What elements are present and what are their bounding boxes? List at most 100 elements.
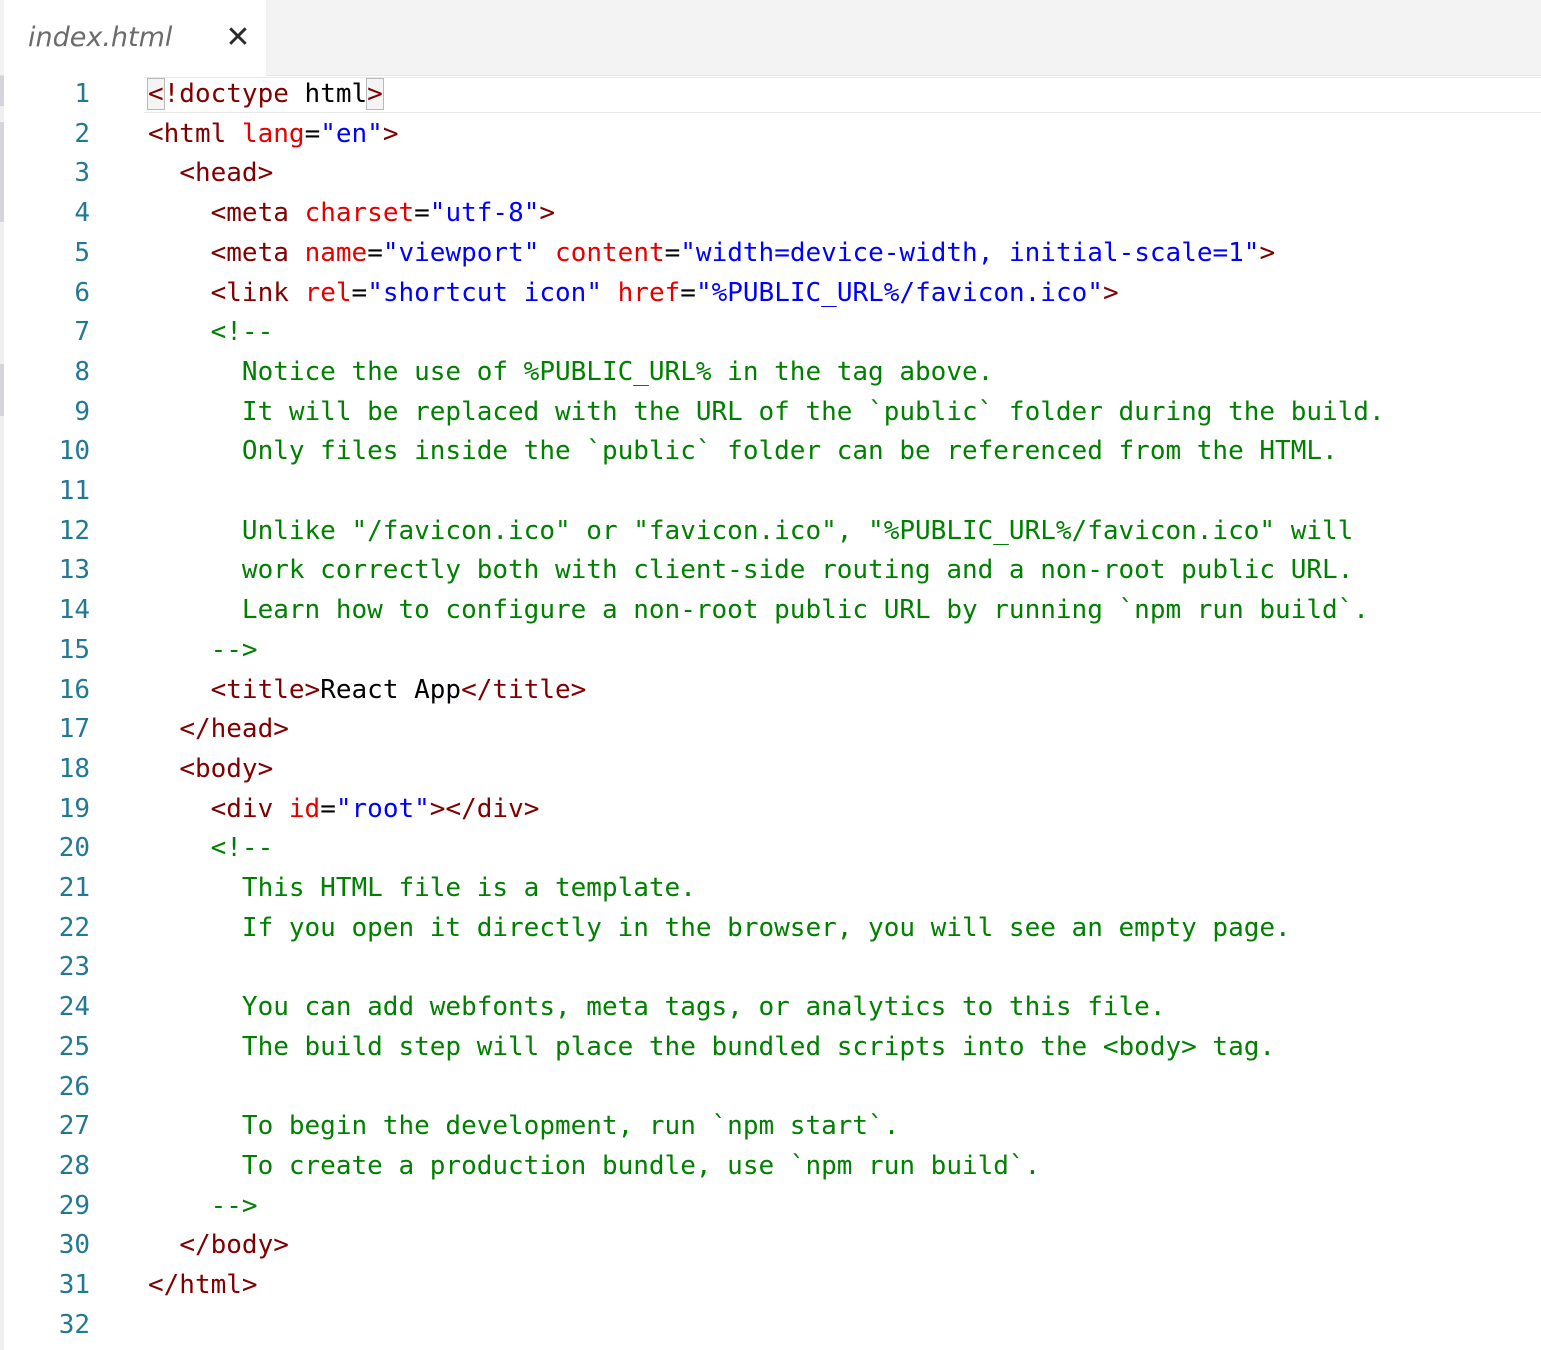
line-number: 30	[58, 1230, 90, 1261]
line-number: 16	[58, 674, 90, 705]
code-text: work correctly both with client-side rou…	[148, 552, 1353, 588]
tag-token: </head>	[179, 714, 289, 745]
line-number: 32	[58, 1309, 90, 1340]
close-icon[interactable]: ✕	[222, 20, 254, 56]
code-line[interactable]: 31 </html>	[0, 1267, 1541, 1307]
code-line[interactable]: 32	[0, 1307, 1541, 1347]
code-line[interactable]: 3 <head>	[0, 155, 1541, 195]
code-line[interactable]: 9 It will be replaced with the URL of th…	[0, 394, 1541, 434]
string-token: "width=device-width, initial-scale=1"	[680, 237, 1260, 268]
comment-token: <!--	[210, 833, 274, 864]
tag-token: <div	[210, 793, 274, 824]
comment-token: It will be replaced with the URL of the …	[148, 396, 1385, 427]
line-number: 23	[58, 952, 90, 983]
tag-token: <	[147, 78, 165, 110]
code-line[interactable]: 21 This HTML file is a template.	[0, 870, 1541, 910]
code-text: </body>	[148, 1227, 289, 1263]
tab-index-html[interactable]: index.html ✕	[4, 0, 266, 76]
code-text: </html>	[148, 1267, 258, 1303]
code-text: -->	[148, 1188, 258, 1224]
code-line[interactable]: 14 Learn how to configure a non-root pub…	[0, 592, 1541, 632]
code-line[interactable]: 22 If you open it directly in the browse…	[0, 910, 1541, 950]
code-line[interactable]: 15 -->	[0, 632, 1541, 672]
code-line[interactable]: 5 <meta name="viewport" content="width=d…	[0, 235, 1541, 275]
line-number: 4	[74, 198, 90, 229]
code-line[interactable]: 7 <!--	[0, 314, 1541, 354]
code-line[interactable]: 20 <!--	[0, 830, 1541, 870]
tag-token: >	[382, 118, 399, 149]
code-line[interactable]: 12 Unlike "/favicon.ico" or "favicon.ico…	[0, 513, 1541, 553]
tag-token: <link	[210, 277, 289, 308]
tag-token: ></div>	[429, 793, 540, 824]
code-line[interactable]: 13 work correctly both with client-side …	[0, 552, 1541, 592]
code-line[interactable]: 24 You can add webfonts, meta tags, or a…	[0, 989, 1541, 1029]
line-number: 21	[58, 873, 90, 903]
code-text: </head>	[148, 711, 289, 747]
code-line[interactable]: 30 </body>	[0, 1227, 1541, 1267]
line-number: 26	[58, 1071, 90, 1102]
tag-token: </body>	[179, 1230, 289, 1261]
string-token: "%PUBLIC_URL%/favicon.ico"	[695, 277, 1103, 308]
line-number: 11	[58, 476, 90, 506]
code-line[interactable]: 18 <body>	[0, 751, 1541, 791]
tag-token: </title>	[461, 674, 587, 705]
code-line[interactable]: 6 <link rel="shortcut icon" href="%PUBLI…	[0, 275, 1541, 315]
code-line[interactable]: 10 Only files inside the `public` folder…	[0, 433, 1541, 473]
tag-token: >	[539, 198, 556, 229]
line-number: 10	[58, 436, 90, 467]
code-editor[interactable]: 1 <!doctype html> 2 <html lang="en"> 3 <head…	[0, 76, 1541, 1350]
tag-token: >	[1102, 277, 1119, 308]
text-token: =	[680, 277, 696, 308]
line-number: 22	[58, 912, 90, 943]
string-token: "utf-8"	[429, 198, 540, 229]
code-line[interactable]: 23	[0, 949, 1541, 989]
line-number: 1	[74, 79, 90, 109]
code-line[interactable]: 19 <div id="root"></div>	[0, 791, 1541, 831]
code-line[interactable]: 29 -->	[0, 1188, 1541, 1228]
code-line[interactable]: 11	[0, 473, 1541, 513]
code-line[interactable]: 17 </head>	[0, 711, 1541, 751]
code-text: <html lang="en">	[148, 116, 399, 152]
attribute-token: id	[288, 793, 321, 824]
code-line[interactable]: 25 The build step will place the bundled…	[0, 1029, 1541, 1069]
code-text: <!--	[148, 830, 274, 866]
code-text: Learn how to configure a non-root public…	[148, 592, 1369, 628]
code-text: Only files inside the `public` folder ca…	[148, 433, 1338, 469]
code-line[interactable]: 26	[0, 1069, 1541, 1109]
tag-token: <title>	[210, 674, 321, 705]
code-text: <div id="root"></div>	[148, 791, 540, 827]
text-token: =	[351, 277, 368, 308]
code-text: It will be replaced with the URL of the …	[148, 394, 1385, 430]
code-text: This HTML file is a template.	[148, 870, 696, 906]
code-line[interactable]: 2 <html lang="en">	[0, 116, 1541, 156]
code-line[interactable]: 27 To begin the development, run `npm st…	[0, 1108, 1541, 1148]
string-token: "en"	[320, 118, 383, 149]
code-text: To create a production bundle, use `npm …	[148, 1148, 1040, 1184]
text-token: html	[288, 79, 368, 109]
code-text: -->	[148, 632, 258, 668]
tab-bar: index.html ✕	[0, 0, 1541, 76]
code-text: <meta charset="utf-8">	[148, 195, 555, 231]
comment-token: To begin the development, run `npm start…	[148, 1111, 900, 1142]
code-text: <head>	[148, 155, 273, 191]
tag-token: </html>	[148, 1270, 258, 1300]
tag-token: <meta	[210, 198, 289, 229]
code-line[interactable]: 16 <title>React App</title>	[0, 672, 1541, 712]
code-line[interactable]: 1 <!doctype html>	[0, 76, 1541, 116]
code-line[interactable]: 4 <meta charset="utf-8">	[0, 195, 1541, 235]
code-line[interactable]: 8 Notice the use of %PUBLIC_URL% in the …	[0, 354, 1541, 394]
code-line[interactable]: 28 To create a production bundle, use `n…	[0, 1148, 1541, 1188]
attribute-token: rel	[304, 277, 352, 308]
code-text: <meta name="viewport" content="width=dev…	[148, 235, 1276, 271]
attribute-token: charset	[304, 198, 415, 229]
comment-token: The build step will place the bundled sc…	[148, 1031, 1276, 1062]
comment-token: You can add webfonts, meta tags, or anal…	[148, 992, 1166, 1023]
